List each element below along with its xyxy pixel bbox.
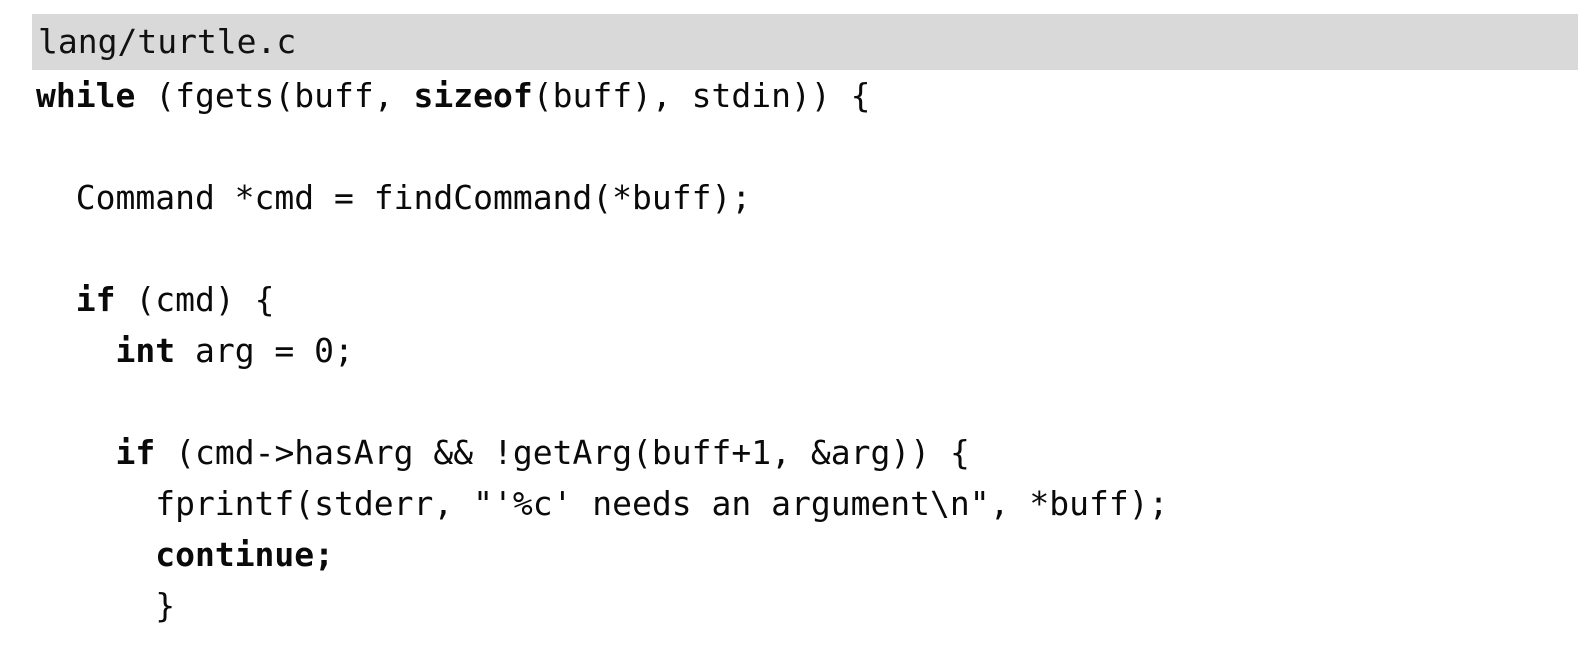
code-line: } — [0, 580, 1595, 631]
code-line: if (cmd) { — [0, 274, 1595, 325]
code-keyword: int — [115, 331, 176, 370]
code-text: (buff), stdin)) { — [532, 76, 871, 115]
code-keyword: sizeof — [413, 76, 533, 115]
code-text: (cmd->hasArg && !getArg(buff+1, &arg)) { — [155, 433, 970, 472]
code-line: if (cmd->hasArg && !getArg(buff+1, &arg)… — [0, 427, 1595, 478]
code-block: while (fgets(buff, sizeof(buff), stdin))… — [0, 70, 1595, 631]
file-header-bar: lang/turtle.c — [32, 14, 1578, 70]
code-line: Command *cmd = findCommand(*buff); — [0, 172, 1595, 223]
code-line: continue; — [0, 529, 1595, 580]
code-line-blank — [0, 376, 1595, 427]
code-text: (fgets(buff, — [135, 76, 414, 115]
code-text: fprintf(stderr, "'%c' needs an argument\… — [36, 484, 1169, 523]
code-text: arg = 0; — [175, 331, 354, 370]
code-line: int arg = 0; — [0, 325, 1595, 376]
code-line-blank — [0, 223, 1595, 274]
code-keyword: while — [36, 76, 136, 115]
code-line: while (fgets(buff, sizeof(buff), stdin))… — [0, 70, 1595, 121]
code-keyword: if — [115, 433, 156, 472]
file-name-label: lang/turtle.c — [38, 22, 297, 61]
code-keyword: continue; — [155, 535, 335, 574]
code-listing-page: lang/turtle.c while (fgets(buff, sizeof(… — [0, 0, 1595, 666]
code-text: (cmd) { — [115, 280, 275, 319]
code-keyword: if — [75, 280, 116, 319]
code-line-blank — [0, 121, 1595, 172]
code-line: fprintf(stderr, "'%c' needs an argument\… — [0, 478, 1595, 529]
code-text: Command *cmd = findCommand(*buff); — [36, 178, 752, 217]
code-text: } — [36, 586, 176, 625]
